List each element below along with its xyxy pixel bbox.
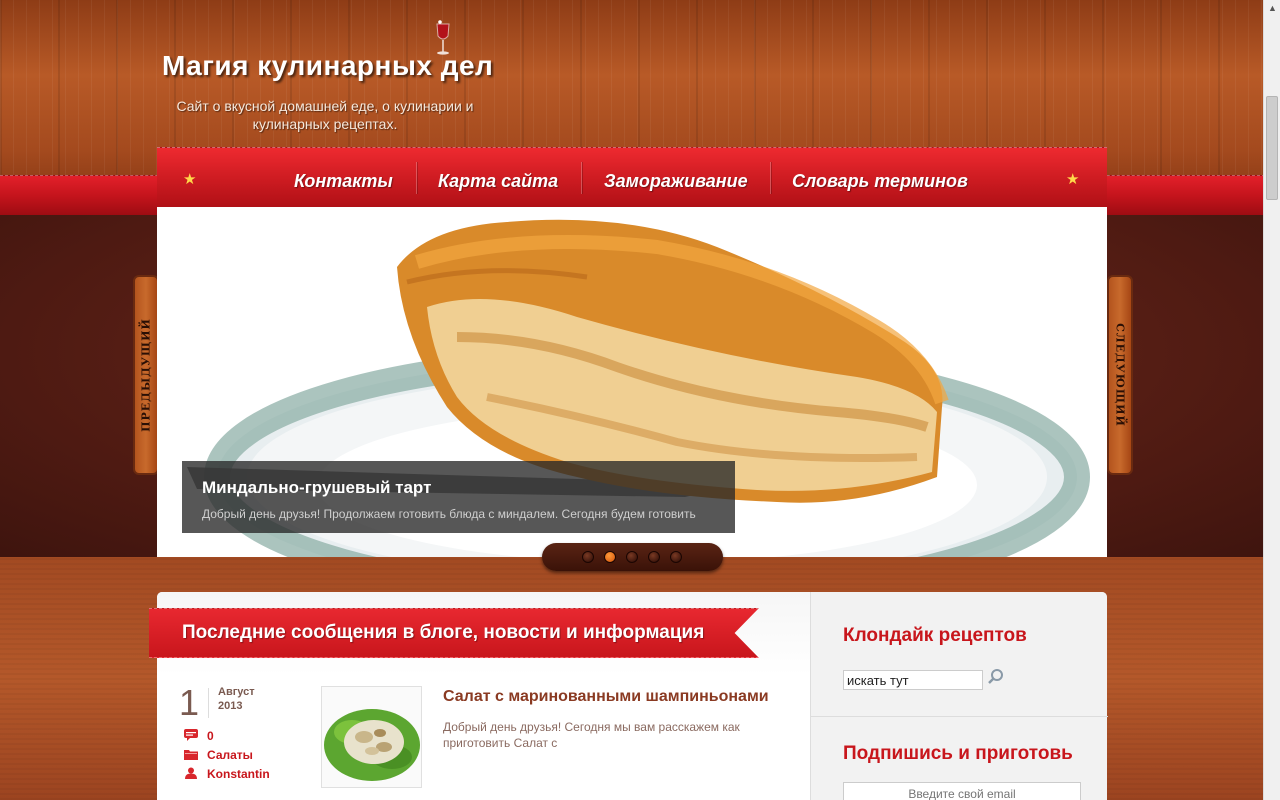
search-icon[interactable] bbox=[987, 668, 1005, 686]
email-field[interactable] bbox=[843, 782, 1081, 800]
page-scrollbar[interactable]: ▲ bbox=[1263, 0, 1280, 800]
blog-column: Последние сообщения в блоге, новости и и… bbox=[149, 592, 810, 800]
post-author-name[interactable]: Konstantin bbox=[207, 767, 270, 781]
subscribe-widget-title: Подпишись и приготовь bbox=[843, 743, 1073, 764]
slider-pager bbox=[542, 543, 723, 571]
widget-divider bbox=[811, 716, 1108, 717]
pager-dot[interactable] bbox=[648, 551, 660, 563]
nav-separator bbox=[770, 162, 771, 194]
main-nav: ★ Контакты Карта сайта Замораживание Сло… bbox=[157, 147, 1107, 207]
blog-heading: Последние сообщения в блоге, новости и и… bbox=[182, 622, 705, 643]
slide-caption[interactable]: Миндально-грушевый тарт Добрый день друз… bbox=[182, 461, 735, 533]
wine-glass-icon bbox=[436, 20, 450, 55]
pager-dot[interactable] bbox=[670, 551, 682, 563]
nav-item-sitemap[interactable]: Карта сайта bbox=[438, 171, 558, 192]
folder-icon bbox=[184, 750, 198, 760]
scroll-up-icon[interactable]: ▲ bbox=[1264, 0, 1280, 17]
post-title[interactable]: Салат с маринованными шампиньонами bbox=[443, 688, 769, 706]
post-day: 1 bbox=[179, 682, 200, 723]
nav-separator bbox=[581, 162, 582, 194]
sidebar: Клондайк рецептов Подпишись и приготовь bbox=[810, 592, 1108, 800]
user-icon bbox=[185, 767, 197, 779]
slide-caption-title[interactable]: Миндально-грушевый тарт bbox=[202, 478, 431, 498]
nav-item-glossary[interactable]: Словарь терминов bbox=[792, 171, 968, 192]
recipes-widget-title: Клондайк рецептов bbox=[843, 625, 1027, 646]
slider-next-label: Следующий bbox=[1113, 323, 1127, 427]
post-category-label[interactable]: Салаты bbox=[207, 748, 253, 762]
nav-separator bbox=[416, 162, 417, 194]
search-input[interactable] bbox=[843, 670, 983, 690]
content-area: Последние сообщения в блоге, новости и и… bbox=[149, 592, 1108, 800]
slide-caption-text: Добрый день друзья! Продолжаем готовить … bbox=[202, 507, 696, 521]
slider-next-button[interactable]: Следующий bbox=[1107, 275, 1133, 475]
blog-heading-ribbon: Последние сообщения в блоге, новости и и… bbox=[149, 608, 759, 658]
post-month: Август bbox=[218, 686, 255, 698]
comment-icon bbox=[184, 729, 198, 741]
salad-image bbox=[322, 687, 421, 787]
site-tagline: Сайт о вкусной домашней еде, о кулинарии… bbox=[176, 98, 474, 132]
post-thumbnail[interactable] bbox=[321, 686, 422, 788]
featured-slider: Миндально-грушевый тарт Добрый день друз… bbox=[157, 207, 1107, 557]
pager-dot[interactable] bbox=[626, 551, 638, 563]
post-excerpt: Добрый день друзья! Сегодня мы вам расск… bbox=[443, 720, 740, 750]
pager-dot[interactable] bbox=[582, 551, 594, 563]
post-year: 2013 bbox=[218, 700, 243, 712]
post-comment-count[interactable]: 0 bbox=[207, 729, 214, 743]
slider-prev-label: Предыдущий bbox=[139, 318, 153, 432]
pager-dot[interactable] bbox=[604, 551, 616, 563]
nav-item-contacts[interactable]: Контакты bbox=[294, 171, 393, 192]
star-icon: ★ bbox=[183, 171, 197, 188]
date-separator bbox=[208, 688, 209, 718]
slider-prev-button[interactable]: Предыдущий bbox=[133, 275, 159, 475]
star-icon: ★ bbox=[1066, 171, 1080, 188]
nav-item-freezing[interactable]: Замораживание bbox=[604, 171, 748, 192]
scrollbar-thumb[interactable] bbox=[1266, 96, 1278, 200]
